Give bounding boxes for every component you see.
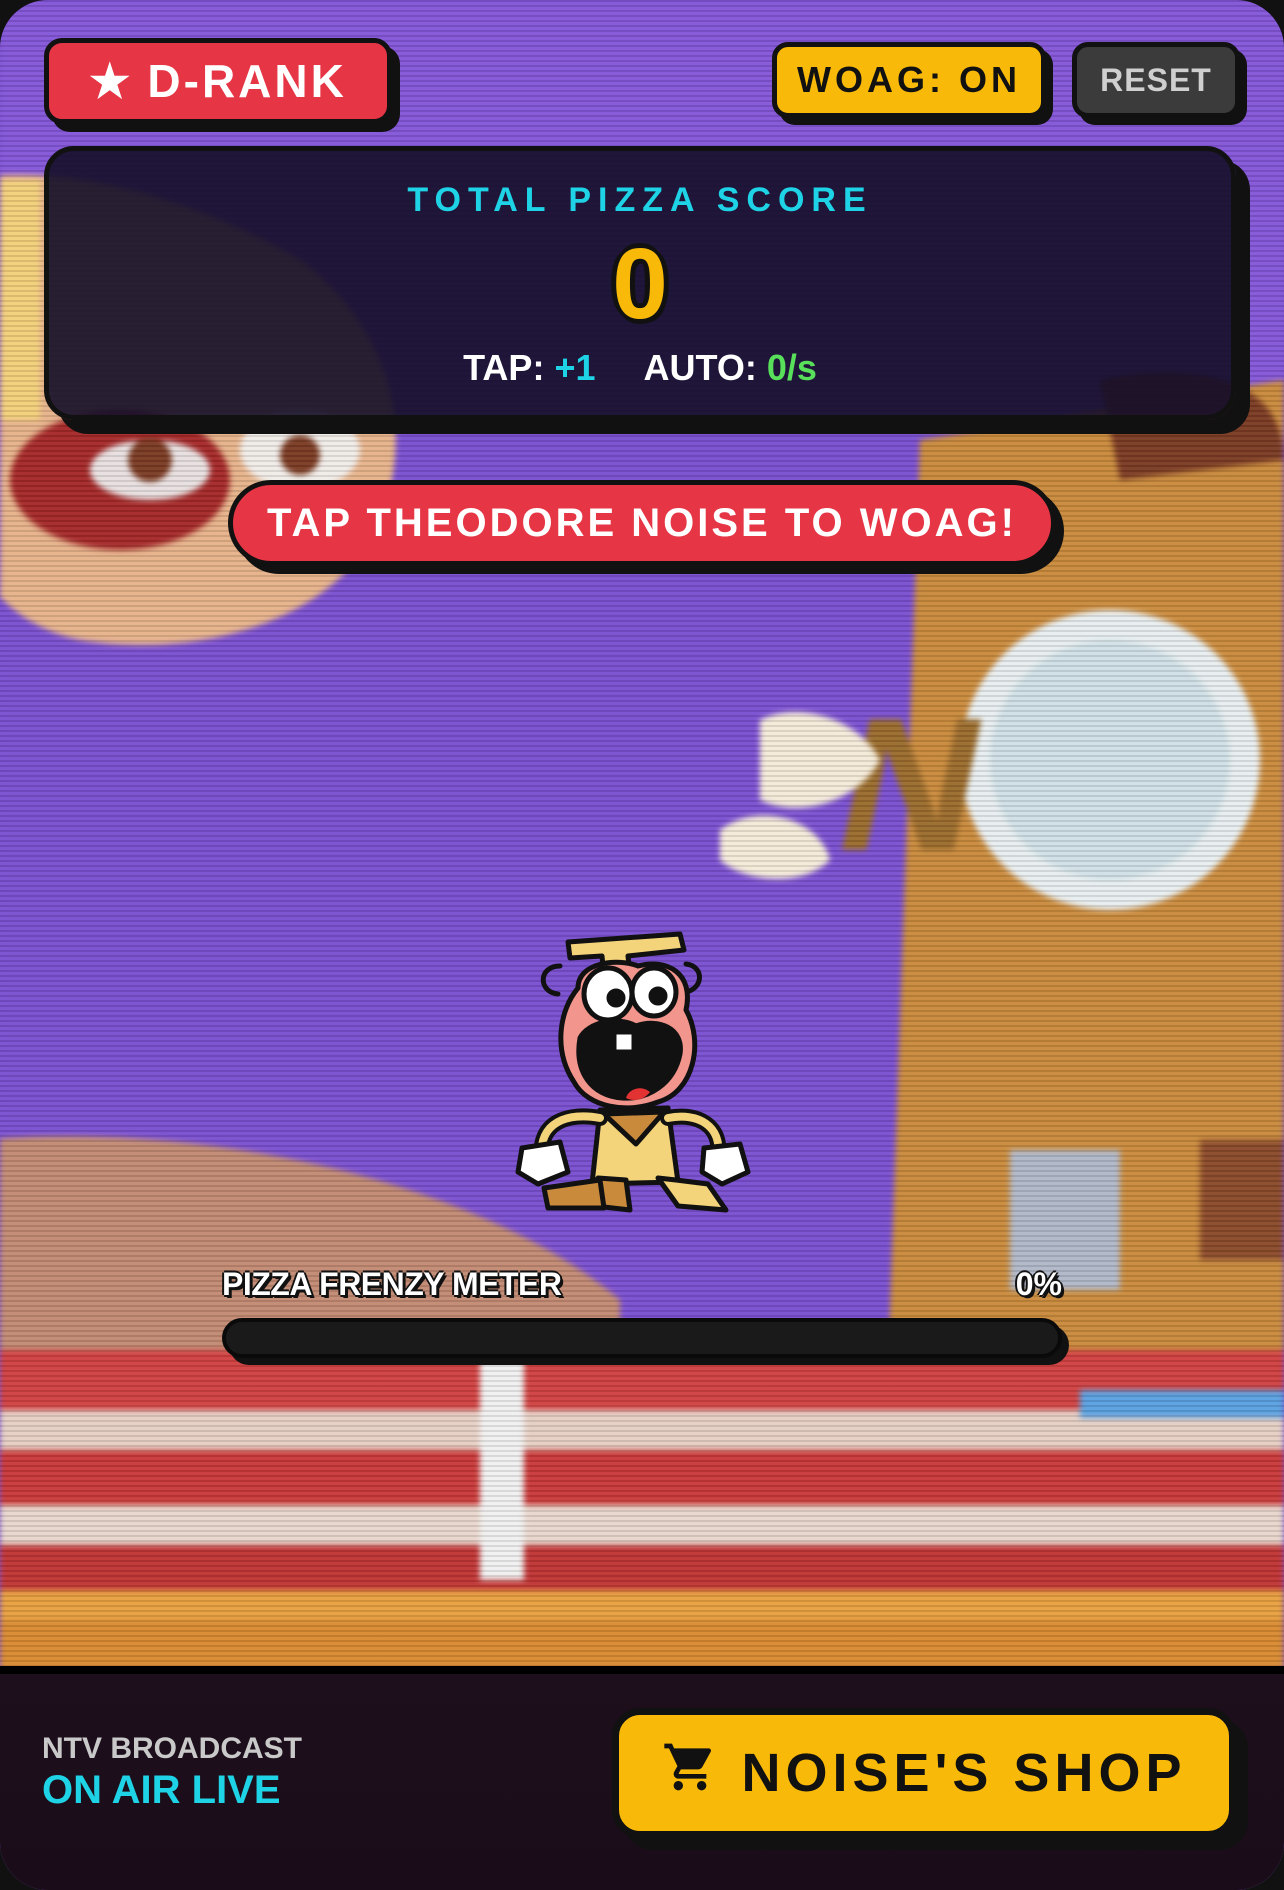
rank-badge: ★ D-RANK [44, 38, 392, 124]
reset-button[interactable]: RESET [1072, 42, 1240, 118]
tap-rate: TAP: +1 [463, 347, 595, 389]
rank-label: D-RANK [147, 55, 347, 107]
game-screen: N ★ D-RANK WOAG: ON RESET TOTAL PIZZA SC… [0, 0, 1284, 1890]
broadcast-label: NTV BROADCAST [42, 1732, 302, 1765]
rates-row: TAP: +1 AUTO: 0/s [49, 347, 1231, 389]
tap-rate-label: TAP: [463, 347, 545, 388]
frenzy-meter-track [222, 1318, 1062, 1358]
shop-button-label: NOISE'S SHOP [741, 1743, 1187, 1803]
auto-rate: AUTO: 0/s [644, 347, 817, 389]
frenzy-meter-label: PIZZA FRENZY METER [222, 1266, 562, 1302]
star-icon: ★ [89, 55, 134, 107]
auto-rate-value: 0/s [766, 347, 817, 388]
score-value: 0 [612, 228, 668, 340]
auto-rate-label: AUTO: [643, 347, 757, 388]
tap-rate-value: +1 [554, 347, 596, 388]
frenzy-meter-percent: 0% [1015, 1266, 1062, 1302]
cart-icon [662, 1739, 718, 1808]
theodore-noise-character[interactable] [508, 922, 776, 1216]
woag-toggle-button[interactable]: WOAG: ON [772, 42, 1046, 118]
score-title: TOTAL PIZZA SCORE [407, 181, 873, 219]
tap-instruction-banner: TAP THEODORE NOISE TO WOAG! [228, 480, 1056, 566]
shop-button[interactable]: NOISE'S SHOP [612, 1708, 1236, 1838]
on-air-status: ON AIR LIVE [42, 1768, 281, 1812]
score-panel: TOTAL PIZZA SCORE 0 TAP: +1 AUTO: 0/s [44, 146, 1236, 420]
